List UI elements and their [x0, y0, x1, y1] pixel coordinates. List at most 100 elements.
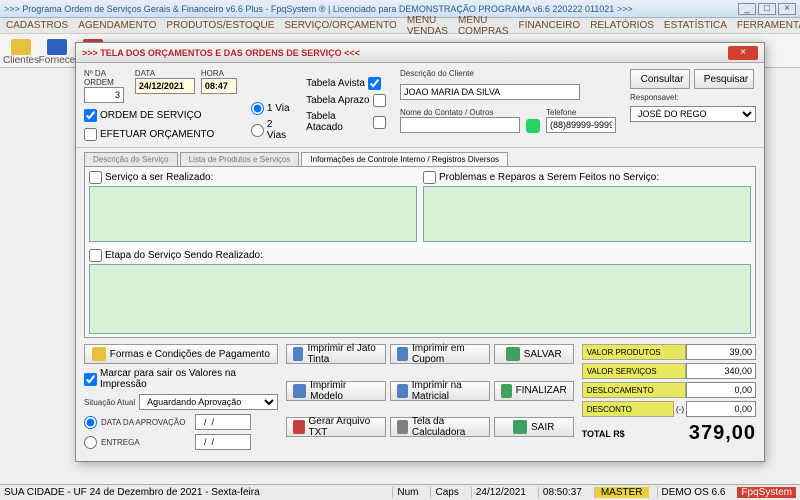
- situacao-select[interactable]: Aguardando Aprovação: [139, 394, 278, 410]
- entrega-radio[interactable]: [84, 436, 97, 449]
- status-time: 08:50:37: [538, 487, 586, 498]
- cliente-input[interactable]: [400, 84, 580, 100]
- menu-financeiro[interactable]: FINANCEIRO: [519, 20, 581, 31]
- entrega-input[interactable]: [195, 434, 251, 450]
- status-num: Num: [392, 487, 422, 498]
- consultar-button[interactable]: Consultar: [630, 69, 690, 89]
- menu-cadastros[interactable]: CADASTROS: [6, 20, 68, 31]
- whatsapp-icon[interactable]: [526, 119, 540, 133]
- responsavel-label: Responsavel:: [630, 93, 756, 102]
- menu-agendamento[interactable]: AGENDAMENTO: [78, 20, 156, 31]
- ordem-servico-check[interactable]: ORDEM DE SERVIÇO: [84, 109, 237, 122]
- menu-produtos[interactable]: PRODUTOS/ESTOQUE: [166, 20, 274, 31]
- formas-pagamento-button[interactable]: Formas e Condições de Pagamento: [84, 344, 278, 364]
- status-master: MASTER: [594, 487, 649, 498]
- via2-radio[interactable]: 2 Vias: [251, 119, 292, 141]
- print-jato-button[interactable]: Imprimir el Jato Tinta: [286, 344, 386, 364]
- desconto-label: DESCONTO: [582, 401, 674, 417]
- panel3-check[interactable]: [89, 249, 102, 262]
- receipt-icon: [397, 347, 408, 361]
- print-cupom-button[interactable]: Imprimir em Cupom: [390, 344, 490, 364]
- deslocamento-value: 0,00: [686, 382, 756, 398]
- order-header: Nº DA ORDEM DATA HORA ORDEM DE SERVIÇO E…: [76, 63, 764, 148]
- panel-problemas: Problemas e Reparos a Serem Feitos no Se…: [423, 171, 751, 245]
- menu-compras[interactable]: MENU COMPRAS: [458, 15, 509, 37]
- statusbar: SUA CIDADE - UF 24 de Dezembro de 2021 -…: [0, 484, 800, 500]
- panel-etapa: Etapa do Serviço Sendo Realizado:: [89, 249, 751, 337]
- menu-servico[interactable]: SERVIÇO/ORÇAMENTO: [284, 20, 396, 31]
- close-button[interactable]: ×: [778, 3, 796, 15]
- menu-vendas[interactable]: MENU VENDAS: [407, 15, 448, 37]
- time-input[interactable]: [201, 78, 237, 94]
- maximize-button[interactable]: □: [758, 3, 776, 15]
- status-fpq: FpqSystem: [737, 487, 796, 498]
- tabela-atacado-check[interactable]: Tabela Atacado: [306, 111, 386, 133]
- via1-radio[interactable]: 1 Via: [251, 102, 292, 115]
- panel-servico-realizar: Serviço a ser Realizado:: [89, 171, 417, 245]
- order-modal: >>> TELA DOS ORÇAMENTOS E DAS ORDENS DE …: [75, 42, 765, 462]
- data-aprov-radio[interactable]: [84, 416, 97, 429]
- window-buttons: _ □ ×: [738, 3, 796, 15]
- pesquisar-button[interactable]: Pesquisar: [694, 69, 754, 89]
- minimize-button[interactable]: _: [738, 3, 756, 15]
- template-icon: [293, 384, 306, 398]
- tab-content: Serviço a ser Realizado: Problemas e Rep…: [84, 166, 756, 338]
- exit-icon: [513, 420, 527, 434]
- totals-panel: VALOR PRODUTOS39,00 VALOR SERVIÇOS340,00…: [582, 344, 756, 450]
- finalizar-button[interactable]: FINALIZAR: [494, 381, 574, 401]
- servico-realizar-textarea[interactable]: [89, 186, 417, 242]
- data-aprov-input[interactable]: [195, 414, 251, 430]
- status-left: SUA CIDADE - UF 24 de Dezembro de 2021 -…: [4, 487, 384, 498]
- order-no-input[interactable]: [84, 87, 124, 103]
- sair-button[interactable]: SAIR: [494, 417, 574, 437]
- modal-titlebar: >>> TELA DOS ORÇAMENTOS E DAS ORDENS DE …: [76, 43, 764, 63]
- situacao-label: Situação Atual: [84, 398, 135, 407]
- tabela-avista-check[interactable]: Tabela Avista: [306, 77, 386, 90]
- gerar-txt-button[interactable]: Gerar Arquivo TXT: [286, 417, 386, 437]
- desconto-value: 0,00: [686, 401, 756, 417]
- app-title: >>> Programa Ordem de Serviços Gerais & …: [4, 4, 738, 14]
- panel1-check[interactable]: [89, 171, 102, 184]
- etapa-textarea[interactable]: [89, 264, 751, 334]
- responsavel-select[interactable]: JOSÉ DO REGO: [630, 106, 756, 122]
- money-icon: [92, 347, 106, 361]
- save-icon: [506, 347, 520, 361]
- left-controls: Formas e Condições de Pagamento Marcar p…: [84, 344, 278, 450]
- panel2-check[interactable]: [423, 171, 436, 184]
- modal-close-button[interactable]: ×: [728, 46, 758, 60]
- efetuar-orcamento-check[interactable]: EFETUAR ORÇAMENTO: [84, 128, 237, 141]
- deslocamento-label: DESLOCAMENTO: [582, 382, 686, 398]
- marcar-valores-check[interactable]: Marcar para sair os Valores na Impressão: [84, 368, 278, 390]
- menu-ferramentas[interactable]: FERRAMENTAS: [737, 20, 800, 31]
- print-grid: Imprimir el Jato Tinta Imprimir em Cupom…: [286, 344, 574, 450]
- tabela-aprazo-check[interactable]: Tabela Aprazo: [306, 94, 386, 107]
- toolbar-fornece[interactable]: Fornece: [40, 36, 74, 66]
- app-titlebar: >>> Programa Ordem de Serviços Gerais & …: [0, 0, 800, 18]
- problemas-textarea[interactable]: [423, 186, 751, 242]
- calculadora-button[interactable]: Tela da Calculadora: [390, 417, 490, 437]
- valor-produtos-label: VALOR PRODUTOS: [582, 344, 686, 360]
- modal-title: >>> TELA DOS ORÇAMENTOS E DAS ORDENS DE …: [82, 48, 728, 58]
- toolbar-clientes[interactable]: Clientes: [4, 36, 38, 66]
- print-modelo-button[interactable]: Imprimir Modelo: [286, 381, 386, 401]
- calculator-icon: [397, 420, 408, 434]
- telefone-label: Telefone: [546, 108, 616, 117]
- status-demo: DEMO OS 6.6: [657, 487, 730, 498]
- tabs: Descrição do Serviço Lista de Produtos e…: [84, 152, 756, 166]
- total-value: 379,00: [689, 422, 756, 445]
- contato-input[interactable]: [400, 117, 520, 133]
- telefone-input[interactable]: [546, 117, 616, 133]
- cliente-label: Descrição do Cliente: [400, 69, 616, 78]
- salvar-button[interactable]: SALVAR: [494, 344, 574, 364]
- menu-relatorios[interactable]: RELATÓRIOS: [590, 20, 654, 31]
- date-input[interactable]: [135, 78, 195, 94]
- print-matricial-button[interactable]: Imprimir na Matricial: [390, 381, 490, 401]
- dotmatrix-icon: [397, 384, 408, 398]
- status-date: 24/12/2021: [471, 487, 530, 498]
- tab-descricao[interactable]: Descrição do Serviço: [84, 152, 178, 166]
- tab-lista-produtos[interactable]: Lista de Produtos e Serviços: [180, 152, 300, 166]
- date-label: DATA: [135, 69, 195, 78]
- tab-controle-interno[interactable]: Informações de Controle Interno / Regist…: [301, 152, 508, 166]
- menu-estatistica[interactable]: ESTATÍSTICA: [664, 20, 727, 31]
- clients-icon: [11, 39, 31, 55]
